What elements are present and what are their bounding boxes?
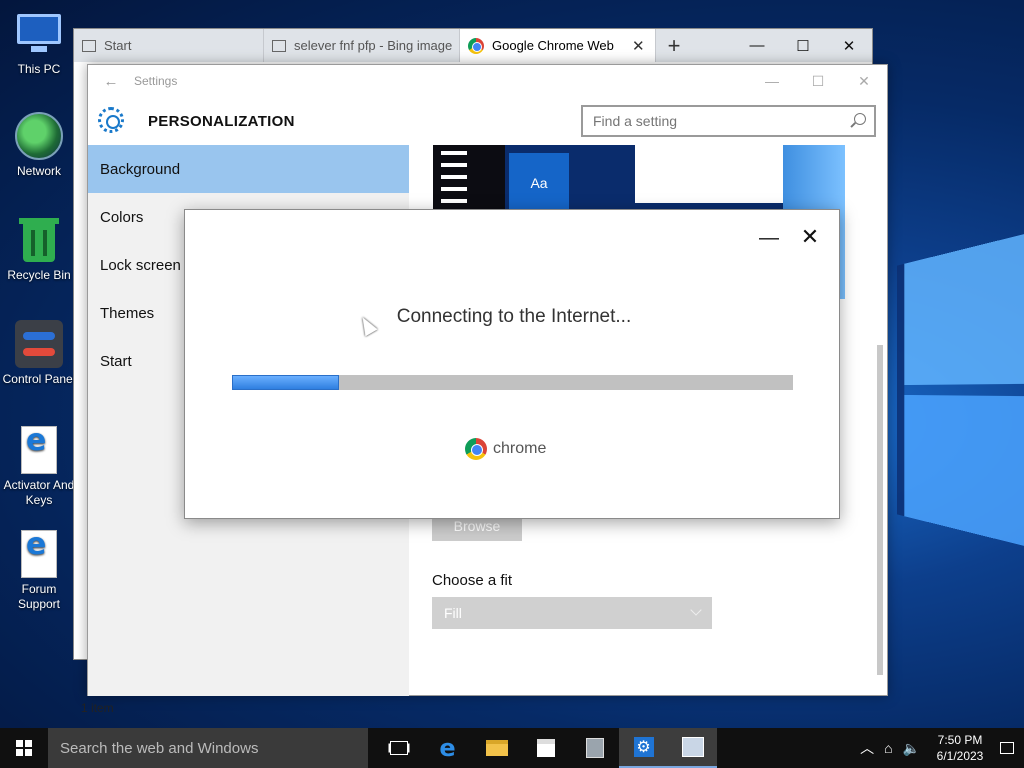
desktop-icon-activator[interactable]: e Activator And Keys bbox=[1, 426, 77, 508]
chrome-icon bbox=[468, 37, 484, 54]
task-view-icon bbox=[389, 741, 408, 755]
taskbar: Search the web and Windows e ⚙ ︿ ⌂ 🔈 7:5… bbox=[0, 728, 1024, 768]
clock[interactable]: 7:50 PM 6/1/2023 bbox=[930, 732, 990, 764]
chrome-brand: chrome bbox=[465, 438, 546, 460]
page-title: PERSONALIZATION bbox=[148, 113, 295, 130]
progress-bar bbox=[232, 375, 793, 390]
taskbar-store[interactable] bbox=[521, 728, 570, 768]
folder-icon bbox=[485, 740, 508, 756]
volume-muted-icon[interactable]: 🔈 bbox=[903, 740, 920, 757]
notification-icon[interactable] bbox=[1000, 742, 1014, 754]
close-button[interactable]: ✕ bbox=[841, 73, 887, 90]
preview-window bbox=[635, 145, 783, 203]
title-bar: ← Settings — ☐ ✕ bbox=[88, 65, 887, 97]
chrome-installer-dialog: — ✕ Connecting to the Internet... chrome bbox=[184, 209, 840, 519]
tab-chrome-web-store[interactable]: Google Chrome Web B ✕ bbox=[460, 29, 656, 62]
scrollbar-thumb[interactable] bbox=[877, 345, 883, 675]
tab-label: selever fnf pfp - Bing image bbox=[294, 38, 453, 53]
installer-icon bbox=[681, 737, 704, 757]
page-icon bbox=[272, 39, 286, 52]
status-bar-text: 1 item bbox=[81, 701, 114, 715]
minimize-button[interactable]: — bbox=[734, 29, 780, 62]
dialog-close-button[interactable]: ✕ bbox=[799, 224, 821, 249]
store-icon bbox=[536, 739, 555, 757]
new-tab-button[interactable]: + bbox=[656, 29, 692, 62]
chevron-up-icon[interactable]: ︿ bbox=[860, 738, 874, 758]
desktop-icon-recycle-bin[interactable]: Recycle Bin bbox=[1, 216, 77, 283]
tab-bar: Start selever fnf pfp - Bing image Googl… bbox=[74, 29, 872, 62]
taskbar-search[interactable]: Search the web and Windows bbox=[48, 728, 368, 768]
task-view-button[interactable] bbox=[374, 728, 423, 768]
server-icon bbox=[585, 738, 604, 758]
back-arrow-icon[interactable]: ← bbox=[88, 73, 134, 90]
maximize-button[interactable]: ☐ bbox=[795, 73, 841, 90]
minimize-button[interactable]: — bbox=[749, 73, 795, 90]
search-icon[interactable] bbox=[854, 113, 866, 125]
taskbar-server-manager[interactable] bbox=[570, 728, 619, 768]
dialog-minimize-button[interactable]: — bbox=[759, 227, 779, 249]
taskbar-edge[interactable]: e bbox=[423, 728, 472, 768]
tab-start[interactable]: Start bbox=[74, 29, 264, 62]
desktop-icon-this-pc[interactable]: This PC bbox=[1, 10, 77, 77]
globe-icon bbox=[15, 112, 63, 160]
wallpaper-logo bbox=[897, 229, 1024, 551]
close-button[interactable]: ✕ bbox=[826, 29, 872, 62]
desktop-icon-label: Recycle Bin bbox=[7, 268, 71, 282]
fit-label: Choose a fit bbox=[432, 572, 513, 589]
edge-shortcut-icon: e bbox=[21, 426, 57, 474]
search-input[interactable] bbox=[593, 113, 843, 129]
taskbar-file-explorer[interactable] bbox=[472, 728, 521, 768]
scrollbar[interactable] bbox=[875, 145, 885, 696]
desktop-icon-network[interactable]: Network bbox=[1, 112, 77, 179]
computer-icon bbox=[15, 10, 63, 58]
settings-header: PERSONALIZATION bbox=[88, 97, 887, 145]
maximize-button[interactable]: ☐ bbox=[780, 29, 826, 62]
brand-label: chrome bbox=[493, 440, 547, 457]
fit-dropdown[interactable]: Fill bbox=[432, 597, 712, 629]
taskbar-installer[interactable] bbox=[668, 728, 717, 768]
start-button[interactable] bbox=[0, 728, 48, 768]
recycle-bin-icon bbox=[15, 216, 63, 264]
taskbar-settings[interactable]: ⚙ bbox=[619, 728, 668, 768]
desktop-icon-label: Forum Support bbox=[17, 582, 61, 611]
desktop-icon-label: This PC bbox=[17, 62, 61, 76]
gear-icon: ⚙ bbox=[633, 737, 654, 757]
windows-icon bbox=[16, 740, 32, 756]
fit-value: Fill bbox=[444, 605, 462, 621]
desktop-icon-label: Network bbox=[16, 164, 61, 178]
desktop-icon-label: Activator And Keys bbox=[3, 478, 75, 507]
edge-icon: e bbox=[439, 734, 456, 762]
system-tray: ︿ ⌂ 🔈 7:50 PM 6/1/2023 bbox=[860, 732, 1024, 764]
network-icon[interactable]: ⌂ bbox=[884, 740, 892, 756]
clock-time: 7:50 PM bbox=[937, 733, 983, 747]
edge-shortcut-icon: e bbox=[21, 530, 57, 578]
gear-icon bbox=[98, 107, 124, 133]
desktop-icon-label: Control Panel bbox=[2, 372, 76, 386]
tab-label: Start bbox=[104, 38, 132, 53]
control-panel-icon bbox=[15, 320, 63, 368]
status-message: Connecting to the Internet... bbox=[396, 306, 632, 327]
desktop-icon-forum-support[interactable]: e Forum Support bbox=[1, 530, 77, 612]
find-setting-search[interactable] bbox=[581, 105, 876, 137]
chevron-down-icon bbox=[690, 604, 702, 616]
chrome-icon bbox=[465, 438, 487, 460]
desktop-icon-control-panel[interactable]: Control Panel bbox=[1, 320, 77, 387]
nav-item-background[interactable]: Background bbox=[88, 145, 409, 193]
close-tab-icon[interactable]: ✕ bbox=[632, 37, 645, 55]
preview-tile: Aa bbox=[509, 153, 569, 213]
page-icon bbox=[82, 39, 96, 52]
clock-date: 6/1/2023 bbox=[936, 749, 984, 763]
progress-fill bbox=[232, 375, 339, 390]
window-title: Settings bbox=[134, 74, 178, 88]
tab-bing-images[interactable]: selever fnf pfp - Bing image bbox=[264, 29, 460, 62]
tab-label: Google Chrome Web B bbox=[492, 38, 618, 53]
